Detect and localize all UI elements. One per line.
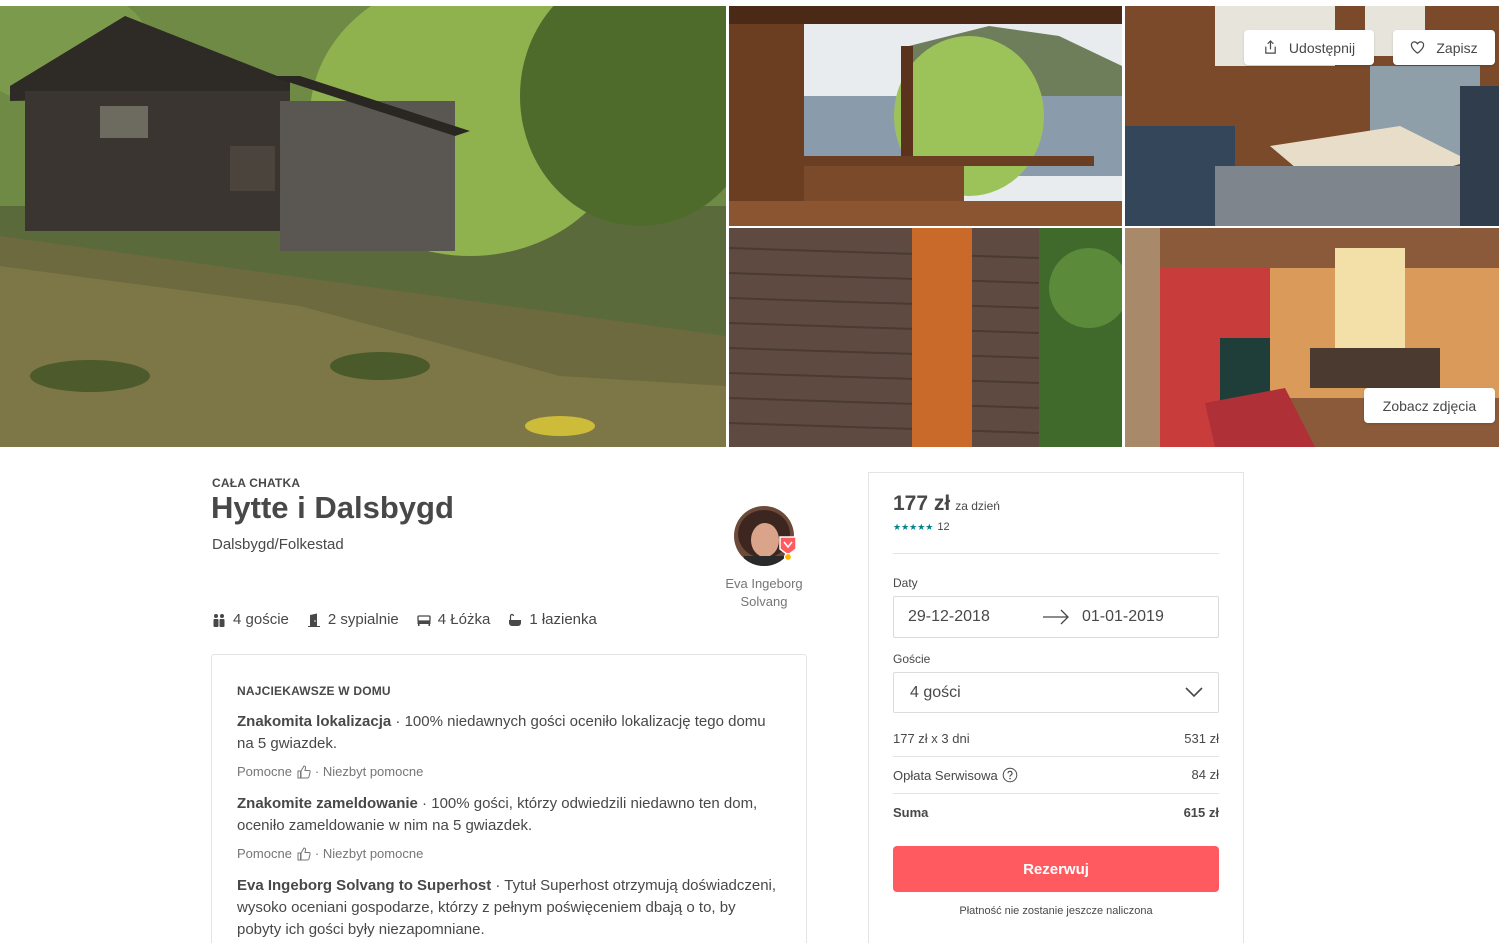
reviews-count: 12: [937, 521, 950, 533]
photo-main-cabin[interactable]: [0, 6, 726, 447]
guests-icon: [213, 613, 225, 627]
door-icon: [307, 613, 320, 627]
bed-icon: [417, 614, 431, 626]
dates-label: Daty: [893, 576, 918, 590]
amenity-bathrooms: 1 łazienka: [508, 611, 597, 628]
divider: [893, 553, 1219, 554]
amenity-label: 4 Łóżka: [437, 611, 491, 628]
amenity-label: 2 sypialnie: [327, 611, 399, 628]
guests-value: 4 gości: [910, 684, 961, 701]
highlight-feedback: Pomocne · Niezbyt pomocne: [237, 846, 423, 861]
chevron-down-icon: [1185, 687, 1203, 698]
service-fee: 84 zł: [1191, 767, 1219, 782]
price-unit: za dzień: [955, 499, 1000, 513]
photo-cabin-door[interactable]: [729, 228, 1122, 447]
check-in-date[interactable]: 29-12-2018: [908, 608, 990, 626]
divider: [893, 793, 1219, 794]
price-breakdown-service-fee: Opłata Serwisowa 84 zł: [893, 767, 1219, 783]
listing-type: CAŁA CHATKA: [212, 476, 301, 490]
amenity-label: 4 goście: [233, 611, 289, 628]
guests-label: Goście: [893, 652, 931, 666]
share-icon: [1265, 40, 1276, 54]
arrow-right-icon: [1043, 609, 1069, 625]
save-button[interactable]: Zapisz: [1393, 30, 1495, 65]
photo-porch-view[interactable]: [729, 6, 1122, 226]
nights-total: 531 zł: [1184, 731, 1219, 746]
highlight-item: Znakomite zameldowanie · 100% gości, któ…: [237, 793, 777, 837]
not-helpful-button[interactable]: · Niezbyt pomocne: [315, 846, 423, 861]
share-button[interactable]: Udostępnij: [1244, 30, 1374, 65]
view-photos-button[interactable]: Zobacz zdjęcia: [1364, 388, 1495, 423]
amenity-bedrooms: 2 sypialnie: [307, 611, 399, 628]
amenity-guests: 4 goście: [212, 611, 289, 628]
star-rating-icon: ★★★★★: [893, 521, 934, 532]
highlight-title: Znakomita lokalizacja: [237, 713, 392, 730]
price-per-night: 177 zł za dzień: [893, 492, 1000, 516]
superhost-badge-icon: [779, 536, 797, 561]
thumbs-up-icon[interactable]: [297, 846, 311, 861]
price-total: Suma 615 zł: [893, 805, 1219, 820]
booking-card: 177 zł za dzień ★★★★★ 12 Daty 29-12-2018…: [868, 472, 1244, 943]
highlights-heading: NAJCIEKAWSZE W DOMU: [237, 684, 391, 698]
photo-gallery: Udostępnij Zapisz Zobacz zdjęcia: [0, 0, 1499, 448]
divider: [893, 756, 1219, 757]
not-helpful-button[interactable]: · Niezbyt pomocne: [315, 764, 423, 779]
bath-icon: [509, 613, 522, 626]
listing-location[interactable]: Dalsbygd/Folkestad: [212, 536, 344, 553]
price-breakdown-nights: 177 zł x 3 dni 531 zł: [893, 731, 1219, 746]
no-charge-note: Płatność nie zostanie jeszcze naliczona: [959, 905, 1153, 917]
rating-summary[interactable]: ★★★★★ 12: [893, 521, 950, 533]
heart-icon: [1411, 41, 1425, 54]
check-out-date[interactable]: 01-01-2019: [1082, 608, 1164, 626]
helpful-button[interactable]: Pomocne: [237, 846, 292, 861]
price-amount: 177 zł: [893, 492, 951, 515]
highlight-feedback: Pomocne · Niezbyt pomocne: [237, 764, 423, 779]
help-icon[interactable]: [1002, 767, 1018, 783]
host-name-line1: Eva Ingeborg: [725, 576, 803, 591]
amenities-summary: 4 goście 2 sypialnie 4 Łóżka 1 łazienka: [212, 611, 615, 628]
reserve-button[interactable]: Rezerwuj: [893, 846, 1219, 892]
guests-select[interactable]: 4 gości: [893, 672, 1219, 713]
highlight-title: Znakomite zameldowanie: [237, 795, 418, 812]
nights-line: 177 zł x 3 dni: [893, 731, 970, 746]
amenity-beds: 4 Łóżka: [417, 611, 491, 628]
total-amount: 615 zł: [1183, 805, 1219, 820]
amenity-label: 1 łazienka: [529, 611, 597, 628]
listing-title: Hytte i Dalsbygd: [211, 490, 454, 525]
view-photos-label: Zobacz zdjęcia: [1382, 397, 1477, 414]
save-label: Zapisz: [1436, 39, 1478, 56]
highlight-item: Znakomita lokalizacja · 100% niedawnych …: [237, 711, 777, 755]
highlight-title: Eva Ingeborg Solvang to Superhost: [237, 877, 492, 894]
share-label: Udostępnij: [1288, 39, 1356, 56]
total-label: Suma: [893, 805, 929, 820]
service-fee-label: Opłata Serwisowa: [893, 767, 998, 783]
home-highlights: NAJCIEKAWSZE W DOMU Znakomita lokalizacj…: [211, 654, 807, 943]
dates-picker[interactable]: 29-12-2018 01-01-2019: [893, 596, 1219, 638]
thumbs-up-icon[interactable]: [297, 764, 311, 779]
highlight-item: Eva Ingeborg Solvang to Superhost · Tytu…: [237, 875, 777, 941]
host-name[interactable]: Eva Ingeborg Solvang: [704, 575, 824, 611]
helpful-button[interactable]: Pomocne: [237, 764, 292, 779]
host-name-line2: Solvang: [740, 594, 788, 609]
